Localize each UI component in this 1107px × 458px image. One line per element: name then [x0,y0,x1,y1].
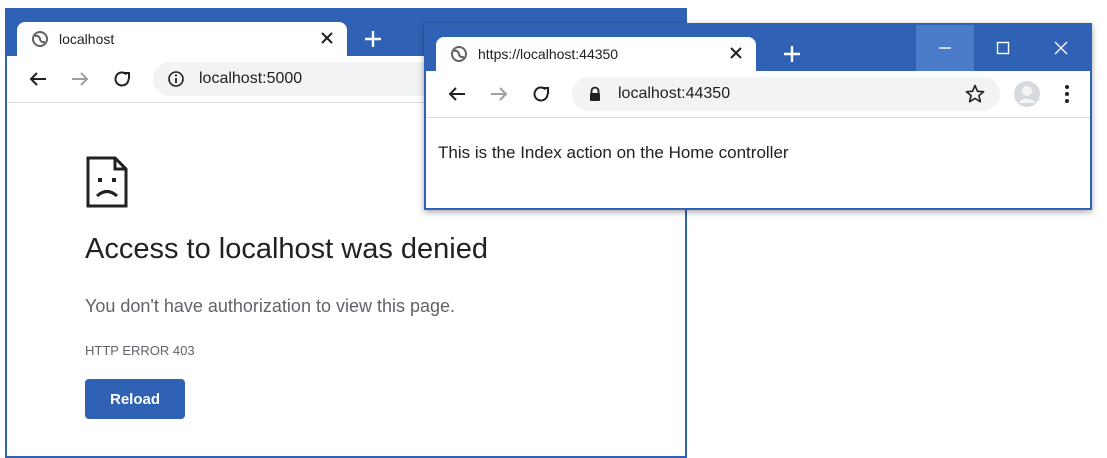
kebab-menu-icon[interactable] [1062,83,1072,105]
arrow-right-icon[interactable] [69,68,91,90]
url-text: localhost:44350 [618,85,731,102]
reload-button[interactable]: Reload [85,379,185,419]
star-icon[interactable] [964,83,986,105]
info-icon[interactable] [167,70,185,88]
reload-icon[interactable] [111,68,133,90]
tab-https-localhost[interactable]: https://localhost:44350 [436,37,756,71]
maximize-button[interactable] [974,25,1032,71]
sad-document-icon [85,156,129,208]
minimize-button[interactable] [916,25,974,71]
tab-title: https://localhost:44350 [478,46,619,62]
address-bar[interactable]: localhost:44350 [572,77,1000,111]
minimize-icon [939,47,951,49]
url-text: localhost:5000 [199,70,303,87]
tab-strip: https://localhost:44350 [426,25,1090,71]
avatar-icon[interactable] [1013,80,1041,108]
toolbar: localhost:44350 [426,71,1090,118]
arrow-left-icon[interactable] [446,83,468,105]
error-code: HTTP ERROR 403 [85,343,195,358]
arrow-left-icon[interactable] [27,68,49,90]
page-content: This is the Index action on the Home con… [426,118,1090,208]
lock-icon[interactable] [586,85,604,103]
reload-icon[interactable] [530,83,552,105]
browser-window-front: https://localhost:44350 localhost:44350 … [424,23,1092,210]
plus-icon[interactable] [781,43,803,65]
close-icon [1054,41,1068,55]
page-text: This is the Index action on the Home con… [438,143,789,162]
close-icon[interactable] [319,30,335,46]
globe-icon [450,45,468,63]
plus-icon[interactable] [362,28,384,50]
arrow-right-icon[interactable] [488,83,510,105]
maximize-icon [996,41,1010,55]
error-message: You don't have authorization to view thi… [85,296,456,316]
error-title: Access to localhost was denied [85,233,488,265]
tab-title: localhost [59,31,115,47]
window-close-button[interactable] [1032,25,1090,71]
globe-icon [31,30,49,48]
tab-localhost[interactable]: localhost [17,22,347,56]
close-icon[interactable] [728,45,744,61]
